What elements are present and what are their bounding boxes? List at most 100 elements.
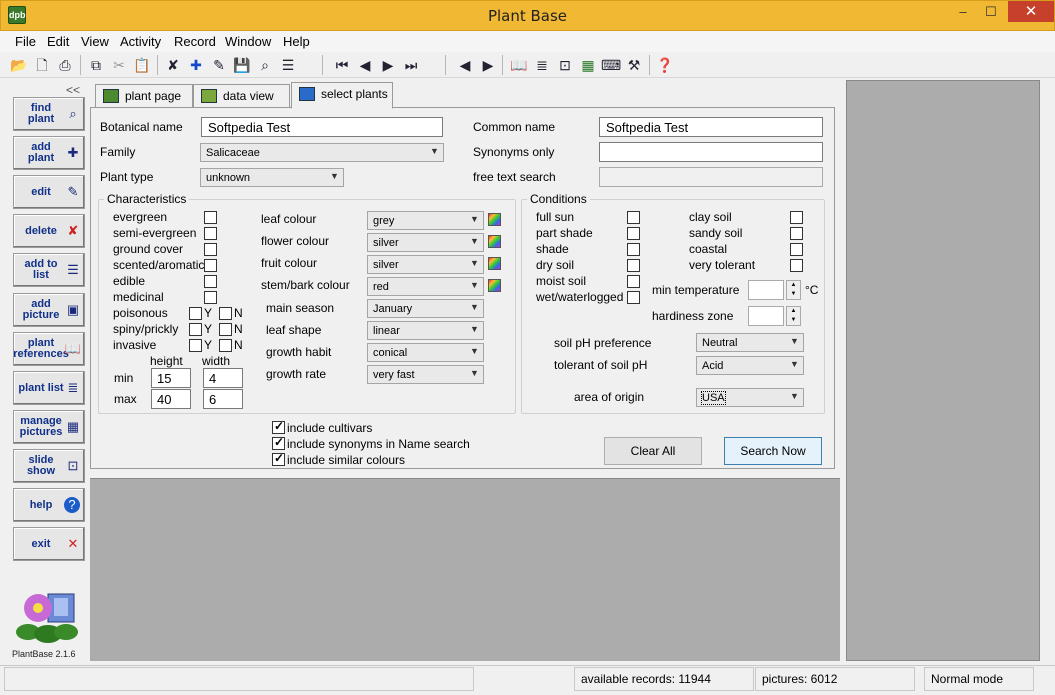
maximize-button[interactable]: ☐ (978, 2, 1004, 22)
max-width-input[interactable]: 6 (203, 389, 243, 409)
include-similar-colours-checkbox[interactable] (272, 451, 285, 466)
ph-tolerance-select[interactable]: Acid ▼ (696, 356, 804, 375)
flower-colour-palette-icon[interactable] (488, 235, 501, 248)
add-picture-button[interactable]: add picture ▣ (13, 293, 85, 327)
delete-button[interactable]: delete ✘ (13, 214, 85, 248)
edible-checkbox[interactable] (204, 275, 217, 288)
menu-record[interactable]: Record (174, 34, 216, 49)
synonyms-input[interactable] (599, 142, 823, 162)
next-record-icon[interactable]: ▶ (378, 55, 398, 75)
collapse-sidebar-button[interactable]: << (66, 83, 80, 97)
botanical-name-input[interactable]: Softpedia Test (201, 117, 443, 137)
delete-record-icon[interactable]: ✘ (163, 55, 183, 75)
min-height-input[interactable]: 15 (151, 368, 191, 388)
semi-evergreen-checkbox[interactable] (204, 227, 217, 240)
exit-button[interactable]: exit ✕ (13, 527, 85, 561)
include-synonyms-checkbox[interactable] (272, 435, 285, 450)
free-text-input[interactable] (599, 167, 823, 187)
close-button[interactable]: ✕ (1008, 1, 1054, 22)
ph-preference-select[interactable]: Neutral ▼ (696, 333, 804, 352)
save-icon[interactable]: 💾 (232, 55, 252, 75)
min-width-input[interactable]: 4 (203, 368, 243, 388)
hardiness-zone-spinner[interactable]: ▲ ▼ (786, 306, 801, 326)
cut-icon[interactable]: ✂ (109, 55, 129, 75)
fruit-colour-select[interactable]: silver ▼ (367, 255, 484, 274)
clear-all-button[interactable]: Clear All (604, 437, 702, 465)
medicinal-checkbox[interactable] (204, 291, 217, 304)
paste-icon[interactable]: 📋 (132, 55, 152, 75)
slideshow-icon[interactable]: ⊡ (555, 55, 575, 75)
ground-cover-checkbox[interactable] (204, 243, 217, 256)
family-select[interactable]: Salicaceae ▼ (200, 143, 444, 162)
pictures-icon[interactable]: ▦ (578, 55, 598, 75)
find-plant-button[interactable]: find plant ⌕ (13, 97, 85, 131)
scented-aromatic-checkbox[interactable] (204, 259, 217, 272)
sandy-soil-checkbox[interactable] (790, 227, 803, 240)
wet-waterlogged-checkbox[interactable] (627, 291, 640, 304)
stem-bark-colour-select[interactable]: red ▼ (367, 277, 484, 296)
tab-plant-page[interactable]: plant page (95, 84, 193, 108)
leaf-shape-select[interactable]: linear ▼ (367, 321, 484, 340)
fruit-colour-palette-icon[interactable] (488, 257, 501, 270)
min-temperature-input[interactable] (748, 280, 784, 300)
find-icon[interactable]: ⌕ (255, 55, 275, 75)
shade-checkbox[interactable] (627, 243, 640, 256)
dry-soil-checkbox[interactable] (627, 259, 640, 272)
forward-icon[interactable]: ▶ (478, 55, 498, 75)
search-now-button[interactable]: Search Now (724, 437, 822, 465)
very-tolerant-checkbox[interactable] (790, 259, 803, 272)
main-season-select[interactable]: January ▼ (367, 299, 484, 318)
add-to-list-icon[interactable]: ☰ (278, 55, 298, 75)
add-to-list-button[interactable]: add to list ☰ (13, 253, 85, 287)
menu-activity[interactable]: Activity (120, 34, 161, 49)
moist-soil-checkbox[interactable] (627, 275, 640, 288)
copy-icon[interactable]: ⧉ (86, 55, 106, 75)
flower-colour-select[interactable]: silver ▼ (367, 233, 484, 252)
stem-bark-colour-palette-icon[interactable] (488, 279, 501, 292)
max-height-input[interactable]: 40 (151, 389, 191, 409)
spiny-prickly-no-checkbox[interactable] (219, 323, 232, 336)
print-preview-icon[interactable]: 🗋 (32, 55, 52, 75)
help-button[interactable]: help? (13, 488, 85, 522)
tools-icon[interactable]: ⚒ (624, 55, 644, 75)
include-cultivars-checkbox[interactable] (272, 419, 285, 434)
invasive-no-checkbox[interactable] (219, 339, 232, 352)
last-record-icon[interactable]: ⏭ (401, 55, 421, 75)
edit-record-icon[interactable]: ✎ (209, 55, 229, 75)
minimize-button[interactable]: – (950, 2, 976, 22)
menu-window[interactable]: Window (225, 34, 271, 49)
plant-list-button[interactable]: plant list ≣ (13, 371, 85, 405)
print-icon[interactable]: ⎙ (55, 55, 75, 75)
coastal-checkbox[interactable] (790, 243, 803, 256)
back-icon[interactable]: ◀ (455, 55, 475, 75)
clay-soil-checkbox[interactable] (790, 211, 803, 224)
new-record-icon[interactable]: ✚ (186, 55, 206, 75)
plant-references-button[interactable]: plant references 📖 (13, 332, 85, 366)
book-icon[interactable]: 📖 (509, 55, 529, 75)
poisonous-no-checkbox[interactable] (219, 307, 232, 320)
poisonous-yes-checkbox[interactable] (189, 307, 202, 320)
first-record-icon[interactable]: ⏮ (332, 55, 352, 75)
menu-file[interactable]: File (15, 34, 36, 49)
full-sun-checkbox[interactable] (627, 211, 640, 224)
slide-show-button[interactable]: slide show ⊡ (13, 449, 85, 483)
menu-edit[interactable]: Edit (47, 34, 69, 49)
previous-record-icon[interactable]: ◀ (355, 55, 375, 75)
hardiness-zone-input[interactable] (748, 306, 784, 326)
part-shade-checkbox[interactable] (627, 227, 640, 240)
area-of-origin-select[interactable]: USA ▼ (696, 388, 804, 407)
add-plant-button[interactable]: add plant ✚ (13, 136, 85, 170)
common-name-input[interactable]: Softpedia Test (599, 117, 823, 137)
growth-rate-select[interactable]: very fast ▼ (367, 365, 484, 384)
tab-data-view[interactable]: data view (193, 84, 290, 108)
help-icon[interactable]: ❓ (655, 55, 675, 75)
manage-pictures-button[interactable]: manage pictures ▦ (13, 410, 85, 444)
leaf-colour-select[interactable]: grey ▼ (367, 211, 484, 230)
invasive-yes-checkbox[interactable] (189, 339, 202, 352)
menu-help[interactable]: Help (283, 34, 310, 49)
keyboard-icon[interactable]: ⌨ (601, 55, 621, 75)
min-temperature-spinner[interactable]: ▲ ▼ (786, 280, 801, 300)
tab-select-plants[interactable]: select plants (291, 82, 393, 109)
plant-type-select[interactable]: unknown ▼ (200, 168, 344, 187)
edit-button[interactable]: edit ✎ (13, 175, 85, 209)
